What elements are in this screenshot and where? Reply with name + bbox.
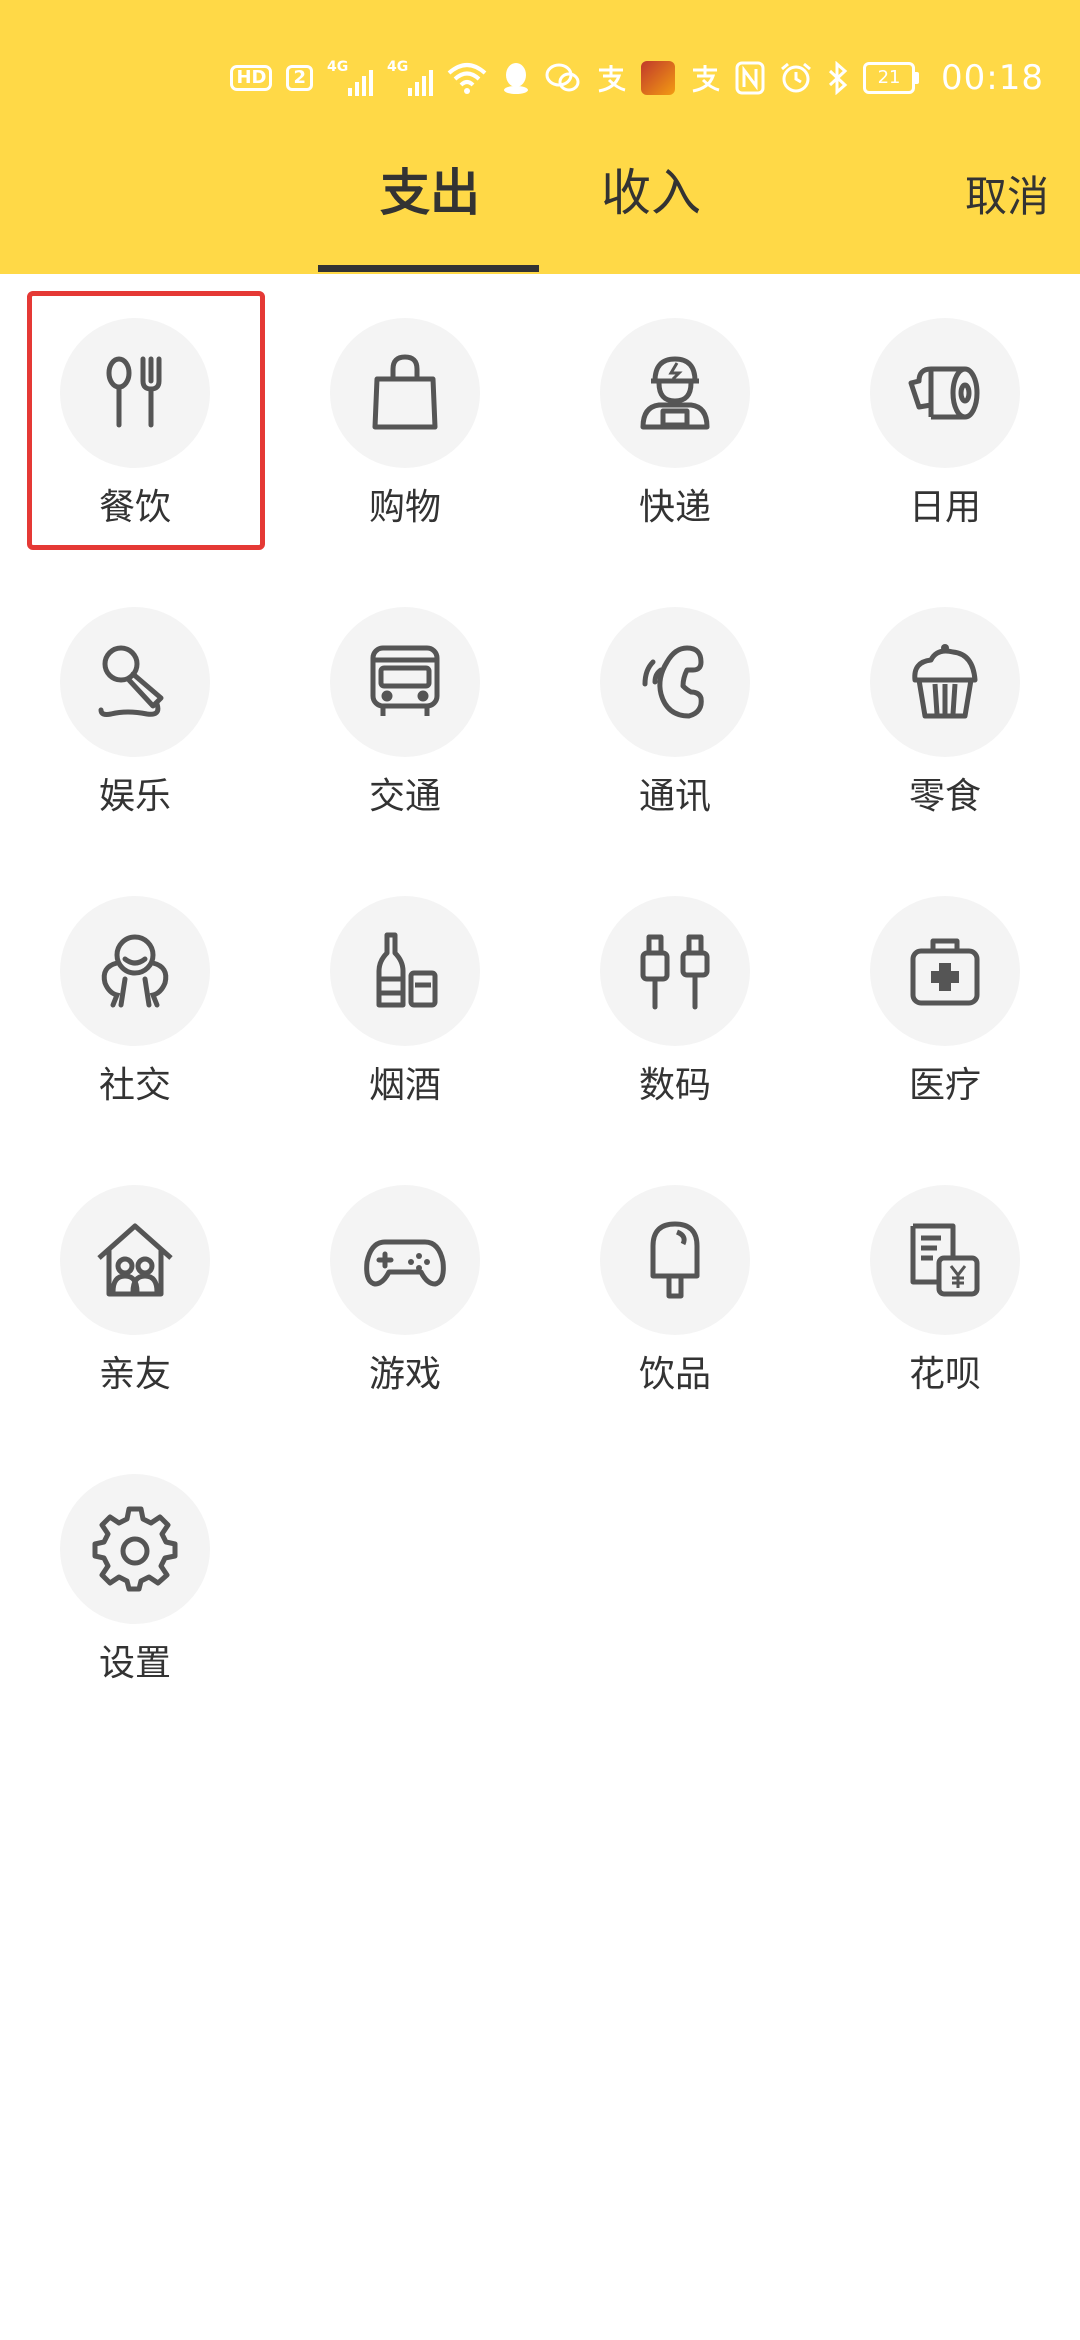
- shopping-bag-icon: [372, 354, 438, 430]
- hd-icon: HD: [230, 65, 273, 91]
- active-tab-indicator: [318, 265, 539, 272]
- category-label: 娱乐: [98, 776, 171, 817]
- cancel-button[interactable]: 取消: [965, 176, 1049, 218]
- category-icon-circle: [600, 607, 750, 757]
- selected-category-highlight: [27, 291, 265, 550]
- category-icon-circle: [330, 318, 480, 468]
- network-type-label: 4G: [327, 59, 349, 75]
- category-icon-circle: [870, 896, 1020, 1046]
- tab-expense[interactable]: 支出: [380, 168, 480, 218]
- microphone-icon: [98, 645, 164, 717]
- category-icon-circle: [600, 1185, 750, 1335]
- category-snacks[interactable]: 零食: [810, 563, 1080, 852]
- category-icon-circle: [870, 607, 1020, 757]
- category-shopping[interactable]: 购物: [270, 274, 540, 563]
- signal-4g-icon: 4G: [387, 59, 434, 96]
- tab-income[interactable]: 收入: [601, 168, 701, 218]
- tobacco-alcohol-icon: [376, 932, 438, 1008]
- qq-icon: [501, 61, 531, 95]
- category-icon-circle: [60, 896, 210, 1046]
- category-label: 通讯: [638, 776, 711, 817]
- category-label: 亲友: [98, 1354, 171, 1395]
- category-icon-circle: [600, 896, 750, 1046]
- category-icon-circle: [330, 607, 480, 757]
- alipay-icon: [689, 62, 721, 94]
- cable-icon: [640, 934, 710, 1010]
- game-avatar-icon: [641, 61, 676, 95]
- category-icon-circle: [870, 318, 1020, 468]
- category-label: 烟酒: [368, 1065, 441, 1106]
- network-type-label: 4G: [387, 59, 409, 75]
- alarm-icon: [779, 61, 813, 95]
- category-label: 快递: [638, 487, 711, 528]
- category-label: 设置: [98, 1643, 171, 1684]
- app-header: HD 2 4G 4G 21 00:18 支出 收入 取消: [0, 0, 1080, 274]
- category-label: 数码: [638, 1065, 711, 1106]
- category-icon-circle: [330, 896, 480, 1046]
- category-icon-circle: [60, 607, 210, 757]
- category-courier[interactable]: 快递: [540, 274, 810, 563]
- category-daily[interactable]: 日用: [810, 274, 1080, 563]
- gear-icon: [92, 1506, 178, 1592]
- battery-icon: 21: [863, 62, 920, 94]
- category-label: 社交: [98, 1065, 171, 1106]
- bill-icon: [910, 1223, 980, 1297]
- category-icon-circle: [60, 1185, 210, 1335]
- category-transport[interactable]: 交通: [270, 563, 540, 852]
- category-icon-circle: [870, 1185, 1020, 1335]
- category-label: 医疗: [908, 1065, 981, 1106]
- phone-icon: [642, 645, 704, 719]
- category-label: 饮品: [638, 1354, 711, 1395]
- category-icon-circle: [600, 318, 750, 468]
- sim-2-icon: 2: [286, 65, 314, 91]
- category-icon-circle: [330, 1185, 480, 1335]
- category-communication[interactable]: 通讯: [540, 563, 810, 852]
- status-time: 00:18: [941, 58, 1044, 98]
- cupcake-icon: [912, 644, 978, 719]
- category-tobacco-alcohol[interactable]: 烟酒: [270, 852, 540, 1141]
- signal-4g-icon: 4G: [327, 59, 374, 96]
- category-label: 零食: [908, 776, 981, 817]
- category-digital[interactable]: 数码: [540, 852, 810, 1141]
- category-icon-circle: [60, 1474, 210, 1624]
- category-label: 日用: [908, 487, 981, 528]
- category-entertainment[interactable]: 娱乐: [0, 563, 270, 852]
- courier-icon: [640, 356, 710, 430]
- wifi-icon: [447, 61, 487, 95]
- category-medical[interactable]: 医疗: [810, 852, 1080, 1141]
- nfc-icon: [735, 61, 765, 95]
- category-label: 游戏: [368, 1354, 441, 1395]
- popsicle-icon: [650, 1221, 700, 1299]
- battery-level: 21: [863, 62, 916, 94]
- category-label: 交通: [368, 776, 441, 817]
- gamepad-icon: [364, 1239, 446, 1287]
- category-settings[interactable]: 设置: [0, 1430, 270, 1719]
- category-label: 花呗: [908, 1354, 981, 1395]
- alipay-icon: [595, 62, 627, 94]
- category-huabei[interactable]: 花呗: [810, 1141, 1080, 1430]
- category-family-friends[interactable]: 亲友: [0, 1141, 270, 1430]
- status-bar: HD 2 4G 4G 21 00:18: [230, 56, 1044, 100]
- social-icon: [101, 934, 169, 1008]
- bluetooth-icon: [827, 61, 849, 95]
- category-label: 购物: [368, 487, 441, 528]
- bus-icon: [370, 645, 440, 716]
- family-house-icon: [97, 1223, 173, 1297]
- chat-icon: [545, 62, 581, 94]
- toilet-paper-icon: [908, 366, 980, 420]
- category-social[interactable]: 社交: [0, 852, 270, 1141]
- category-games[interactable]: 游戏: [270, 1141, 540, 1430]
- medical-kit-icon: [910, 938, 980, 1006]
- category-drinks[interactable]: 饮品: [540, 1141, 810, 1430]
